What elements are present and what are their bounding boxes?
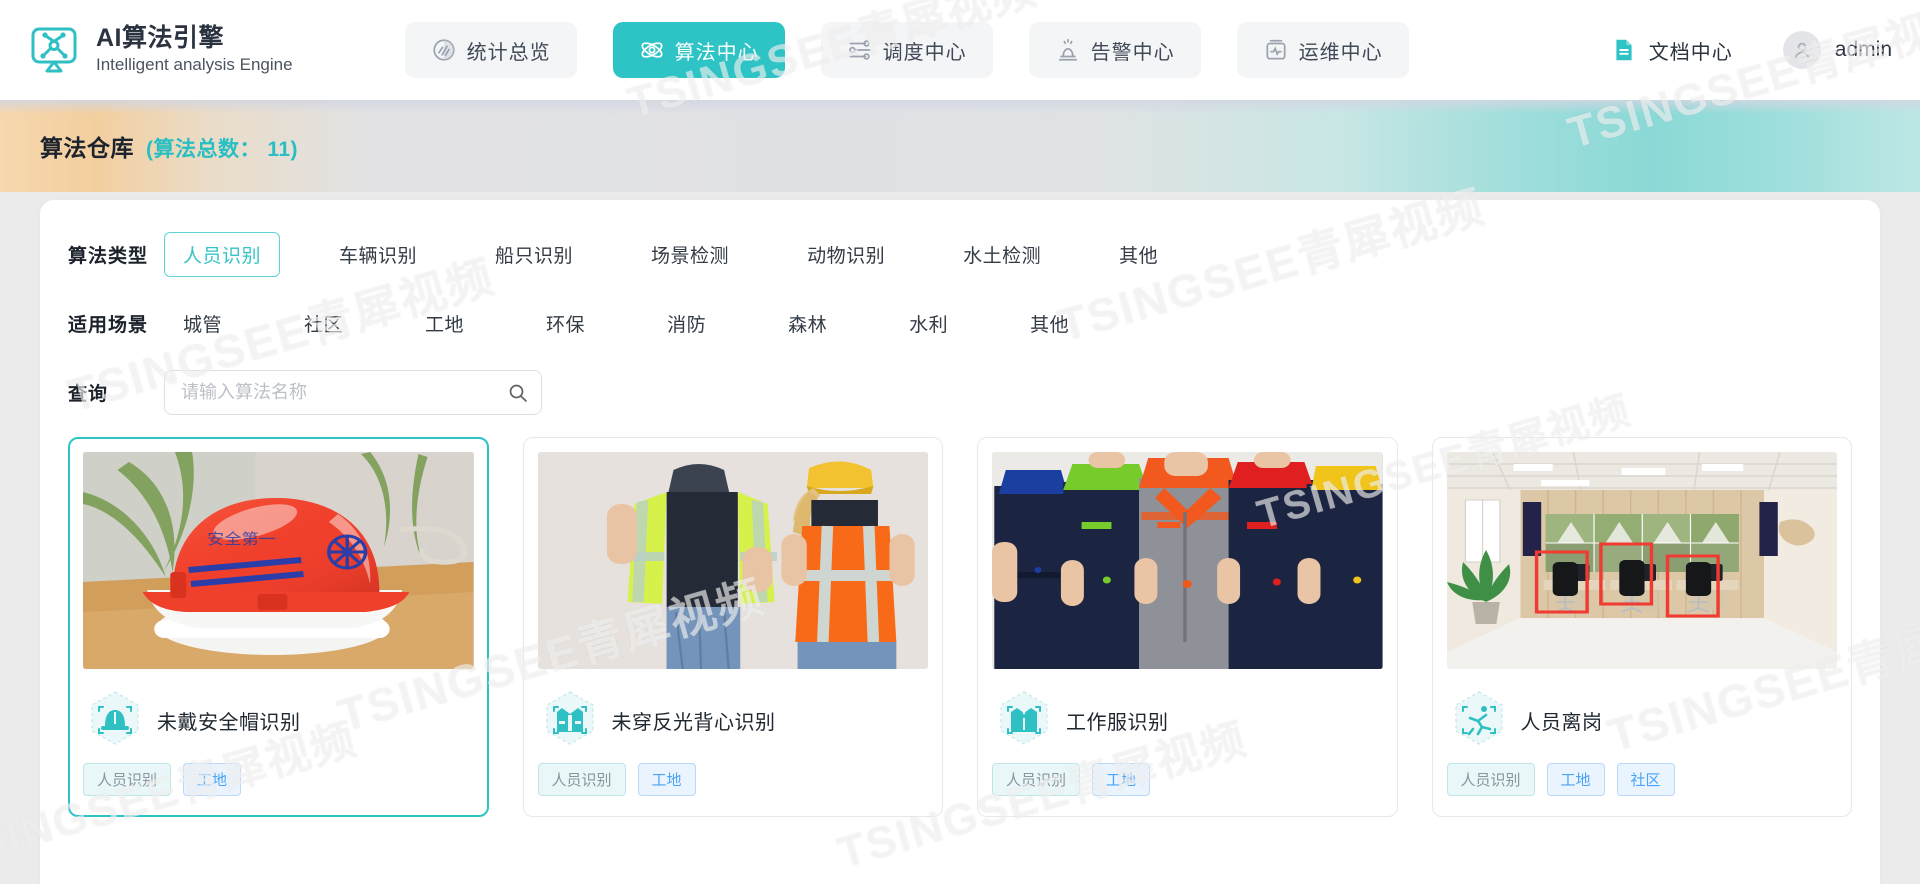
nav-item-alarm-center[interactable]: 告警中心 (1028, 22, 1201, 78)
header-right: 文档中心 admin (1611, 31, 1892, 69)
nav-item-statistics[interactable]: 统计总览 (404, 22, 577, 78)
filter-chip-scene-5[interactable]: 森林 (769, 301, 846, 346)
algorithm-name: 人员离岗 (1520, 711, 1603, 734)
algorithm-total-count: (算法总数： 11) (146, 138, 299, 161)
brand: AI算法引擎 Intelligent analysis Engine (28, 24, 293, 77)
algorithm-name: 未戴安全帽识别 (157, 711, 301, 734)
algorithm-tag-scene[interactable]: 工地 (1092, 763, 1151, 796)
nav-item-schedule-center[interactable]: 调度中心 (820, 22, 993, 78)
card-meta: 未戴安全帽识别 (83, 683, 474, 757)
search-row: 查询 (68, 370, 1852, 415)
app-header: AI算法引擎 Intelligent analysis Engine 统计总览 (0, 0, 1920, 100)
nav-item-ops-center[interactable]: 运维中心 (1236, 22, 1409, 78)
vest-hex-icon (538, 688, 602, 752)
search-label: 查询 (68, 384, 109, 405)
page-title: 算法仓库 (40, 135, 134, 161)
algorithm-card[interactable]: 安全第一 未戴安全帽识别 人员识别 工地 (68, 437, 489, 817)
search-icon[interactable] (507, 382, 529, 404)
monitor-pulse-icon (1263, 37, 1289, 63)
nav-label: 运维中心 (1298, 41, 1383, 64)
search-input[interactable] (165, 371, 541, 414)
brand-text: AI算法引擎 Intelligent analysis Engine (96, 24, 293, 77)
main-nav: 统计总览 算法中心 调度中心 告警中心 运维中心 (404, 22, 1409, 78)
filter-chip-scene-0[interactable]: 城管 (164, 301, 241, 346)
ai-monitor-logo-icon (28, 24, 80, 76)
algorithm-name: 未穿反光背心识别 (611, 711, 776, 734)
tag-row: 人员识别 工地 (537, 763, 929, 796)
algorithm-tag-scene[interactable]: 社区 (1616, 763, 1675, 796)
algorithm-thumbnail (1446, 452, 1837, 669)
filter-chip-scene-3[interactable]: 环保 (527, 301, 604, 346)
svg-text:安全第一: 安全第一 (207, 530, 276, 548)
algorithm-card-grid: 安全第一 未戴安全帽识别 人员识别 工地 未穿反光背心识别 人员识别 工地 工作… (68, 437, 1852, 817)
algorithm-repository-panel: 算法类型 人员识别 车辆识别 船只识别 场景检测 动物识别 水土检测 其他 适用… (40, 200, 1880, 884)
user-avatar-icon (1782, 31, 1821, 69)
running-person-hex-icon (1447, 688, 1511, 752)
algorithm-thumbnail (992, 452, 1383, 669)
algorithm-tag-type[interactable]: 人员识别 (1446, 763, 1535, 796)
alarm-siren-icon (1055, 37, 1081, 63)
atom-algorithm-icon (639, 37, 665, 63)
user-name: admin (1834, 38, 1892, 61)
algorithm-card[interactable]: 工作服识别 人员识别 工地 (977, 437, 1398, 817)
user-menu[interactable]: admin (1782, 31, 1892, 69)
banner-inner: 算法仓库 (算法总数： 11) (40, 129, 298, 163)
algorithm-name: 工作服识别 (1066, 711, 1169, 734)
filter-chip-type-2[interactable]: 船只识别 (476, 232, 592, 277)
filter-chip-scene-7[interactable]: 其他 (1011, 301, 1088, 346)
algorithm-tag-scene[interactable]: 工地 (183, 763, 242, 796)
algorithm-tag-scene[interactable]: 工地 (637, 763, 696, 796)
filter-options-scene: 城管 社区 工地 环保 消防 森林 水利 其他 (164, 301, 1132, 346)
algorithm-thumbnail: 安全第一 (83, 452, 474, 669)
filter-chip-type-4[interactable]: 动物识别 (788, 232, 904, 277)
filter-chip-scene-6[interactable]: 水利 (890, 301, 967, 346)
doc-center-label: 文档中心 (1648, 41, 1733, 64)
nav-label: 统计总览 (466, 41, 551, 64)
card-meta: 人员离岗 (1447, 683, 1838, 757)
tag-row: 人员识别 工地 (83, 763, 474, 796)
nav-item-algorithm-center[interactable]: 算法中心 (612, 22, 785, 78)
filter-label-scene: 适用场景 (68, 315, 149, 336)
filter-chip-type-1[interactable]: 车辆识别 (320, 232, 436, 277)
algorithm-card[interactable]: 未穿反光背心识别 人员识别 工地 (522, 437, 943, 817)
filter-row-type: 算法类型 人员识别 车辆识别 船只识别 场景检测 动物识别 水土检测 其他 (68, 232, 1852, 277)
nav-label: 算法中心 (674, 41, 759, 64)
filter-label-type: 算法类型 (68, 246, 149, 267)
page-body: 算法类型 人员识别 车辆识别 船只识别 场景检测 动物识别 水土检测 其他 适用… (0, 200, 1920, 884)
filter-chip-scene-1[interactable]: 社区 (285, 301, 362, 346)
doc-center-button[interactable]: 文档中心 (1611, 36, 1733, 65)
algorithm-thumbnail (537, 452, 928, 669)
shirt-hex-icon (992, 688, 1056, 752)
filter-row-scene: 适用场景 城管 社区 工地 环保 消防 森林 水利 其他 (68, 301, 1852, 346)
brand-subtitle: Intelligent analysis Engine (96, 55, 293, 75)
card-meta: 未穿反光背心识别 (538, 683, 929, 757)
filter-chip-type-5[interactable]: 水土检测 (944, 232, 1060, 277)
tag-row: 人员识别 工地 (992, 763, 1383, 796)
algorithm-tag-scene[interactable]: 工地 (1546, 763, 1605, 796)
search-box[interactable] (164, 370, 542, 415)
filter-chip-type-3[interactable]: 场景检测 (632, 232, 748, 277)
nav-label: 告警中心 (1090, 41, 1175, 64)
tag-row: 人员识别 工地 社区 (1446, 763, 1838, 796)
filter-chip-type-0[interactable]: 人员识别 (164, 232, 281, 277)
filter-options-type: 人员识别 车辆识别 船只识别 场景检测 动物识别 水土检测 其他 (164, 232, 1217, 277)
algorithm-card[interactable]: 人员离岗 人员识别 工地 社区 (1431, 437, 1852, 817)
page-banner: 算法仓库 (算法总数： 11) (0, 100, 1920, 192)
sliders-icon (847, 37, 873, 63)
filter-chip-scene-2[interactable]: 工地 (406, 301, 483, 346)
brand-title: AI算法引擎 (96, 23, 225, 52)
nav-label: 调度中心 (882, 41, 967, 64)
document-icon (1611, 37, 1637, 63)
helmet-hex-icon (83, 688, 147, 752)
algorithm-tag-type[interactable]: 人员识别 (537, 763, 626, 796)
filter-chip-scene-4[interactable]: 消防 (648, 301, 725, 346)
algorithm-tag-type[interactable]: 人员识别 (992, 763, 1081, 796)
filter-chip-type-6[interactable]: 其他 (1100, 232, 1177, 277)
algorithm-tag-type[interactable]: 人员识别 (83, 763, 172, 796)
card-meta: 工作服识别 (992, 683, 1383, 757)
statistics-icon (431, 37, 457, 63)
